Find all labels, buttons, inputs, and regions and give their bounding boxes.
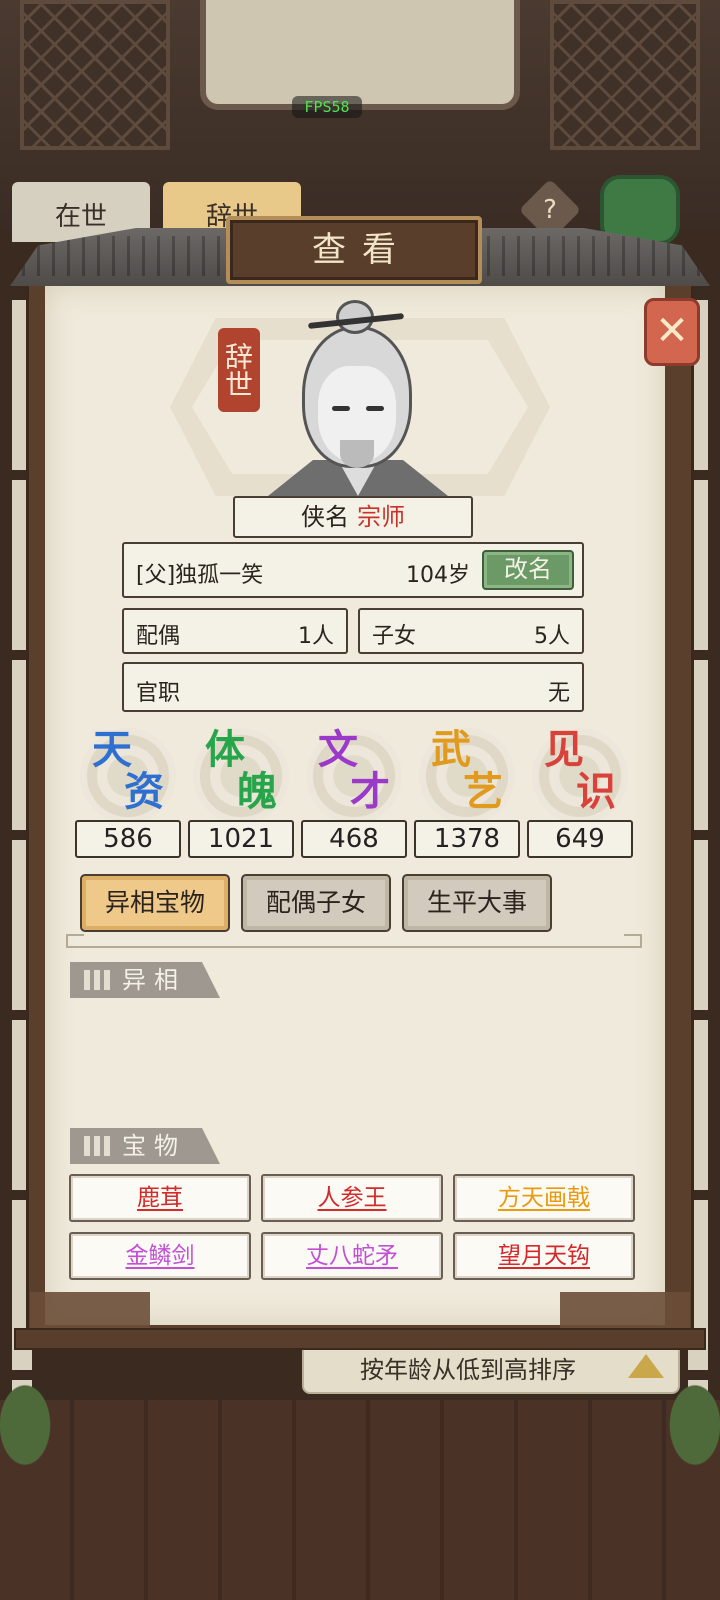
stat-physique-value: 1021 <box>188 820 294 858</box>
close-button[interactable]: ✕ <box>644 298 700 366</box>
divider-corner <box>624 934 642 946</box>
rename-button[interactable]: 改名 <box>482 550 574 590</box>
section-treasure-header: 宝物 <box>70 1128 220 1164</box>
spouse-count: 1人 <box>298 624 334 649</box>
divider <box>66 946 642 948</box>
name-value: 宗师 <box>357 503 405 531</box>
stat-physique: 体魄 <box>205 726 277 815</box>
treasure-item[interactable]: 金鳞剑 <box>69 1232 251 1280</box>
section-aberration-header: 异相 <box>70 962 220 998</box>
window-lattice-left <box>20 0 170 150</box>
children-row: 子女 5人 <box>358 608 584 654</box>
dialog-bottom-fret <box>30 1292 690 1332</box>
stat-insight: 见识 <box>544 726 616 815</box>
fps-counter: FPS58 <box>292 96 362 118</box>
stat-literary-value: 468 <box>301 820 407 858</box>
divider-corner <box>66 934 84 946</box>
children-label: 子女 <box>372 624 417 649</box>
spouse-row: 配偶 1人 <box>122 608 348 654</box>
treasure-item[interactable]: 丈八蛇矛 <box>261 1232 443 1280</box>
tab-aberration-treasure[interactable]: 异相宝物 <box>80 874 230 932</box>
character-name: 侠名 宗师 <box>233 496 473 538</box>
children-count: 5人 <box>534 624 570 649</box>
name-label: 侠名 <box>301 503 349 531</box>
window-lattice-right <box>550 0 700 150</box>
sort-label: 按年龄从低到高排序 <box>360 1356 576 1384</box>
close-icon: ✕ <box>655 308 689 354</box>
dialog-title: 查看 <box>226 216 482 284</box>
dialog-bottom-beam <box>14 1328 706 1350</box>
section-aberration-title: 异相 <box>122 966 186 994</box>
father-name: [父]独孤一笑 <box>136 563 264 588</box>
office-label: 官职 <box>136 681 181 706</box>
tab-life-events[interactable]: 生平大事 <box>402 874 552 932</box>
help-icon: ? <box>543 195 557 225</box>
age-value: 104岁 <box>406 563 470 588</box>
status-stamp: 辞世 <box>218 328 260 412</box>
treasure-item[interactable]: 鹿茸 <box>69 1174 251 1222</box>
spouse-label: 配偶 <box>136 624 181 649</box>
stat-talent-value: 586 <box>75 820 181 858</box>
office-row: 官职 无 <box>122 662 584 712</box>
stat-literary: 文才 <box>318 726 390 815</box>
floor <box>0 1400 720 1600</box>
character-portrait <box>268 300 448 496</box>
stat-insight-value: 649 <box>527 820 633 858</box>
tab-spouse-children[interactable]: 配偶子女 <box>241 874 391 932</box>
stat-martial: 武艺 <box>431 726 503 815</box>
father-row: [父]独孤一笑 104岁 改名 <box>122 542 584 598</box>
stat-talent: 天资 <box>92 726 164 815</box>
treasure-item[interactable]: 望月天钩 <box>453 1232 635 1280</box>
plant-left <box>0 1370 60 1480</box>
office-value: 无 <box>547 681 570 706</box>
section-treasure-title: 宝物 <box>122 1132 186 1160</box>
sort-arrow-icon <box>628 1354 664 1378</box>
plant-right <box>660 1370 720 1480</box>
treasure-item[interactable]: 人参王 <box>261 1174 443 1222</box>
treasure-item[interactable]: 方天画戟 <box>453 1174 635 1222</box>
stat-martial-value: 1378 <box>414 820 520 858</box>
wall-painting <box>200 0 520 110</box>
